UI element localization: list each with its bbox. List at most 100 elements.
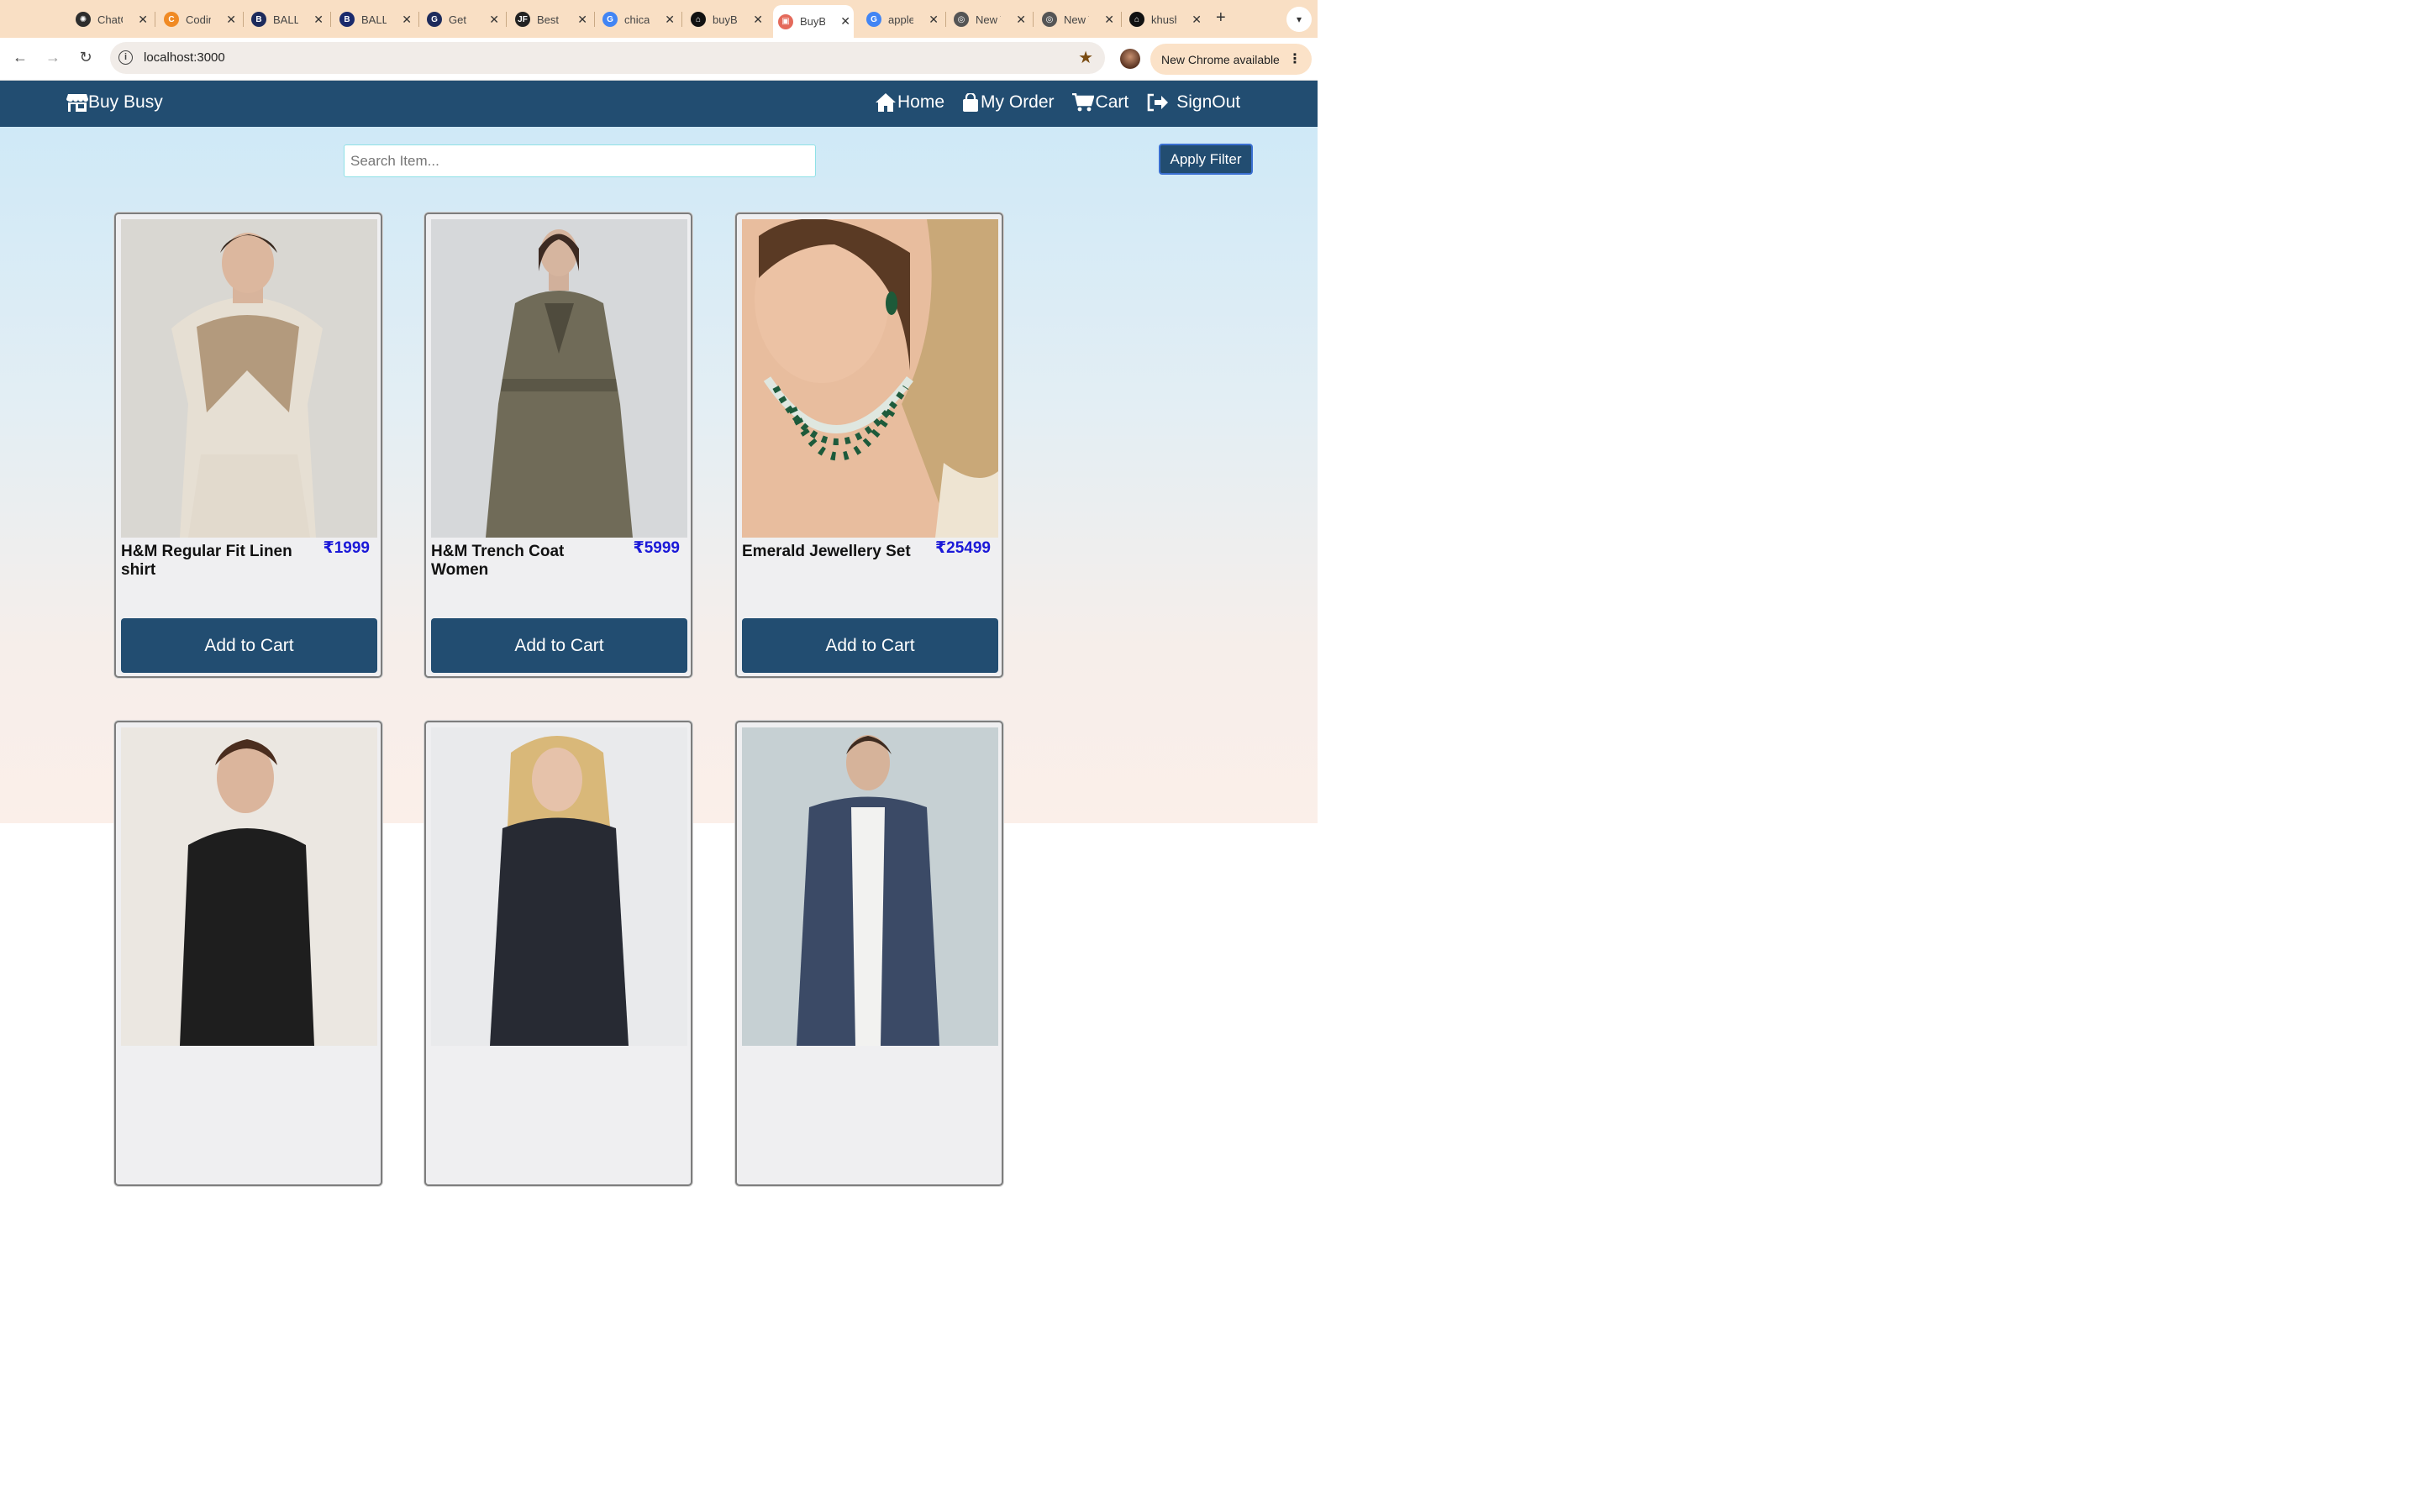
- product-image-trench-coat: [431, 219, 687, 538]
- tab-title: khushi: [1151, 13, 1176, 26]
- browser-tab[interactable]: Gchicago ✕: [597, 7, 678, 32]
- url-text[interactable]: localhost:3000: [144, 50, 225, 65]
- tab-favicon-icon: G: [866, 12, 881, 27]
- brand-name: Buy Busy: [88, 92, 163, 112]
- tab-favicon-icon: ◎: [954, 12, 969, 27]
- profile-avatar[interactable]: [1120, 49, 1140, 69]
- tab-favicon-icon: JF: [515, 12, 530, 27]
- browser-tab[interactable]: Gapple ✕: [861, 7, 942, 32]
- product-price: ₹25499: [934, 539, 991, 557]
- tab-title: ChatGPT: [97, 13, 123, 26]
- bookmark-star-icon[interactable]: ★: [1078, 47, 1093, 68]
- add-to-cart-button[interactable]: Add to Cart: [121, 618, 377, 673]
- product-name: Emerald Jewellery Set: [742, 543, 911, 560]
- address-bar[interactable]: i localhost:3000 ★: [110, 42, 1105, 74]
- product-image: [121, 727, 377, 1046]
- nav-cart[interactable]: Cart: [1071, 92, 1129, 113]
- tab-separator: [681, 12, 682, 27]
- browser-tabstrip: ✺ ChatGPT ✕ C Coding Ninjas ✕ B BALLERINA ✕ B BALL…: [0, 0, 1318, 38]
- chrome-update-label: New Chrome available: [1161, 52, 1280, 66]
- brand-logo[interactable]: Buy Busy: [66, 92, 163, 113]
- browser-tab[interactable]: ⌂ khushi ✕: [1124, 7, 1205, 32]
- tab-close-icon[interactable]: ✕: [138, 13, 148, 27]
- browser-tab[interactable]: B BALLERINA ✕: [334, 7, 415, 32]
- tab-close-icon[interactable]: ✕: [1192, 13, 1202, 27]
- tab-separator: [945, 12, 946, 27]
- browser-tab[interactable]: ⌂ buyBusy ✕: [686, 7, 766, 32]
- tab-title: buyBusy: [713, 13, 738, 26]
- browser-tab[interactable]: G Get ✕: [422, 7, 502, 32]
- back-arrow-icon[interactable]: ←: [10, 49, 30, 66]
- product-card: [114, 721, 382, 1186]
- browser-tab[interactable]: ◎ New Tab ✕: [949, 7, 1029, 32]
- browser-tab[interactable]: B BALLERINA ✕: [246, 7, 327, 32]
- tab-close-icon[interactable]: ✕: [1104, 13, 1114, 27]
- browser-tab[interactable]: JF Best ✕: [510, 7, 591, 32]
- tab-close-icon[interactable]: ✕: [226, 13, 236, 27]
- tab-title: chicago: [624, 13, 650, 26]
- tab-separator: [1033, 12, 1034, 27]
- nav-home-label: Home: [897, 92, 945, 112]
- tab-close-icon[interactable]: ✕: [313, 13, 324, 27]
- product-image-linen-shirt: [121, 219, 377, 538]
- tab-favicon-icon: G: [427, 12, 442, 27]
- product-card: [735, 721, 1003, 1186]
- add-to-cart-button[interactable]: Add to Cart: [431, 618, 687, 673]
- nav-signout[interactable]: SignOut: [1146, 92, 1240, 113]
- home-icon: [876, 93, 896, 112]
- tab-close-icon[interactable]: ✕: [665, 13, 675, 27]
- tab-close-icon[interactable]: ✕: [929, 13, 939, 27]
- forward-arrow-icon[interactable]: →: [43, 49, 63, 66]
- tab-title: Best: [537, 13, 560, 26]
- shop-icon: [66, 94, 88, 112]
- tab-close-icon[interactable]: ✕: [840, 14, 850, 29]
- tab-separator: [1121, 12, 1122, 27]
- tab-close-icon[interactable]: ✕: [577, 13, 587, 27]
- nav-my-order[interactable]: My Order: [962, 92, 1055, 113]
- product-name: H&M Regular Fit Linen shirt: [121, 543, 292, 579]
- tab-search-chevron-icon[interactable]: ▾: [1286, 7, 1312, 32]
- tab-separator: [330, 12, 331, 27]
- apply-filter-button[interactable]: Apply Filter: [1159, 144, 1253, 175]
- tab-separator: [418, 12, 419, 27]
- tab-favicon-icon: C: [164, 12, 179, 27]
- search-input[interactable]: [344, 144, 816, 177]
- chrome-update-button[interactable]: New Chrome available ⋮: [1150, 44, 1312, 75]
- browser-tab[interactable]: ✺ ChatGPT ✕: [71, 7, 151, 32]
- cart-icon: [1071, 93, 1094, 112]
- tab-title: Coding Ninjas: [186, 13, 211, 26]
- tab-separator: [506, 12, 507, 27]
- browser-tab[interactable]: ▣ BuyBusy ✕: [773, 5, 854, 38]
- add-to-cart-button[interactable]: Add to Cart: [742, 618, 998, 673]
- tab-close-icon[interactable]: ✕: [753, 13, 763, 27]
- browser-toolbar: ← → ↻ i localhost:3000 ★ New Chrome avai…: [0, 38, 1318, 81]
- tab-separator: [594, 12, 595, 27]
- app-navbar: Buy Busy Home My Order Cart SignOut: [0, 81, 1318, 127]
- tab-favicon-icon: G: [602, 12, 618, 27]
- tab-favicon-icon: B: [339, 12, 355, 27]
- product-image-emerald-jewellery: [742, 219, 998, 538]
- product-card: H&M Trench Coat Women ₹5999 Add to Cart: [424, 213, 692, 678]
- tab-favicon-icon: B: [251, 12, 266, 27]
- kebab-menu-icon[interactable]: ⋮: [1288, 50, 1302, 67]
- nav-home[interactable]: Home: [876, 92, 944, 113]
- browser-tab[interactable]: ◎ New Tab ✕: [1037, 7, 1118, 32]
- browser-tab[interactable]: C Coding Ninjas ✕: [159, 7, 239, 32]
- products-page: Apply Filter H&M Regular Fit Linen shirt…: [0, 127, 1318, 1186]
- tab-close-icon[interactable]: ✕: [489, 13, 499, 27]
- tab-separator: [243, 12, 244, 27]
- product-price: ₹5999: [633, 539, 681, 557]
- nav-cart-label: Cart: [1095, 92, 1129, 112]
- reload-icon[interactable]: ↻: [76, 49, 96, 66]
- nav-signout-label: SignOut: [1176, 92, 1241, 112]
- site-info-icon[interactable]: i: [118, 50, 133, 65]
- new-tab-plus-icon[interactable]: +: [1216, 8, 1226, 28]
- tab-close-icon[interactable]: ✕: [402, 13, 412, 27]
- product-image: [431, 727, 687, 1046]
- tab-title: BuyBusy: [800, 15, 825, 28]
- tab-close-icon[interactable]: ✕: [1016, 13, 1026, 27]
- tab-favicon-icon: ⌂: [691, 12, 706, 27]
- tab-favicon-icon: ▣: [778, 13, 793, 29]
- product-card: Emerald Jewellery Set ₹25499 Add to Cart: [735, 213, 1003, 678]
- tab-favicon-icon: ◎: [1042, 12, 1057, 27]
